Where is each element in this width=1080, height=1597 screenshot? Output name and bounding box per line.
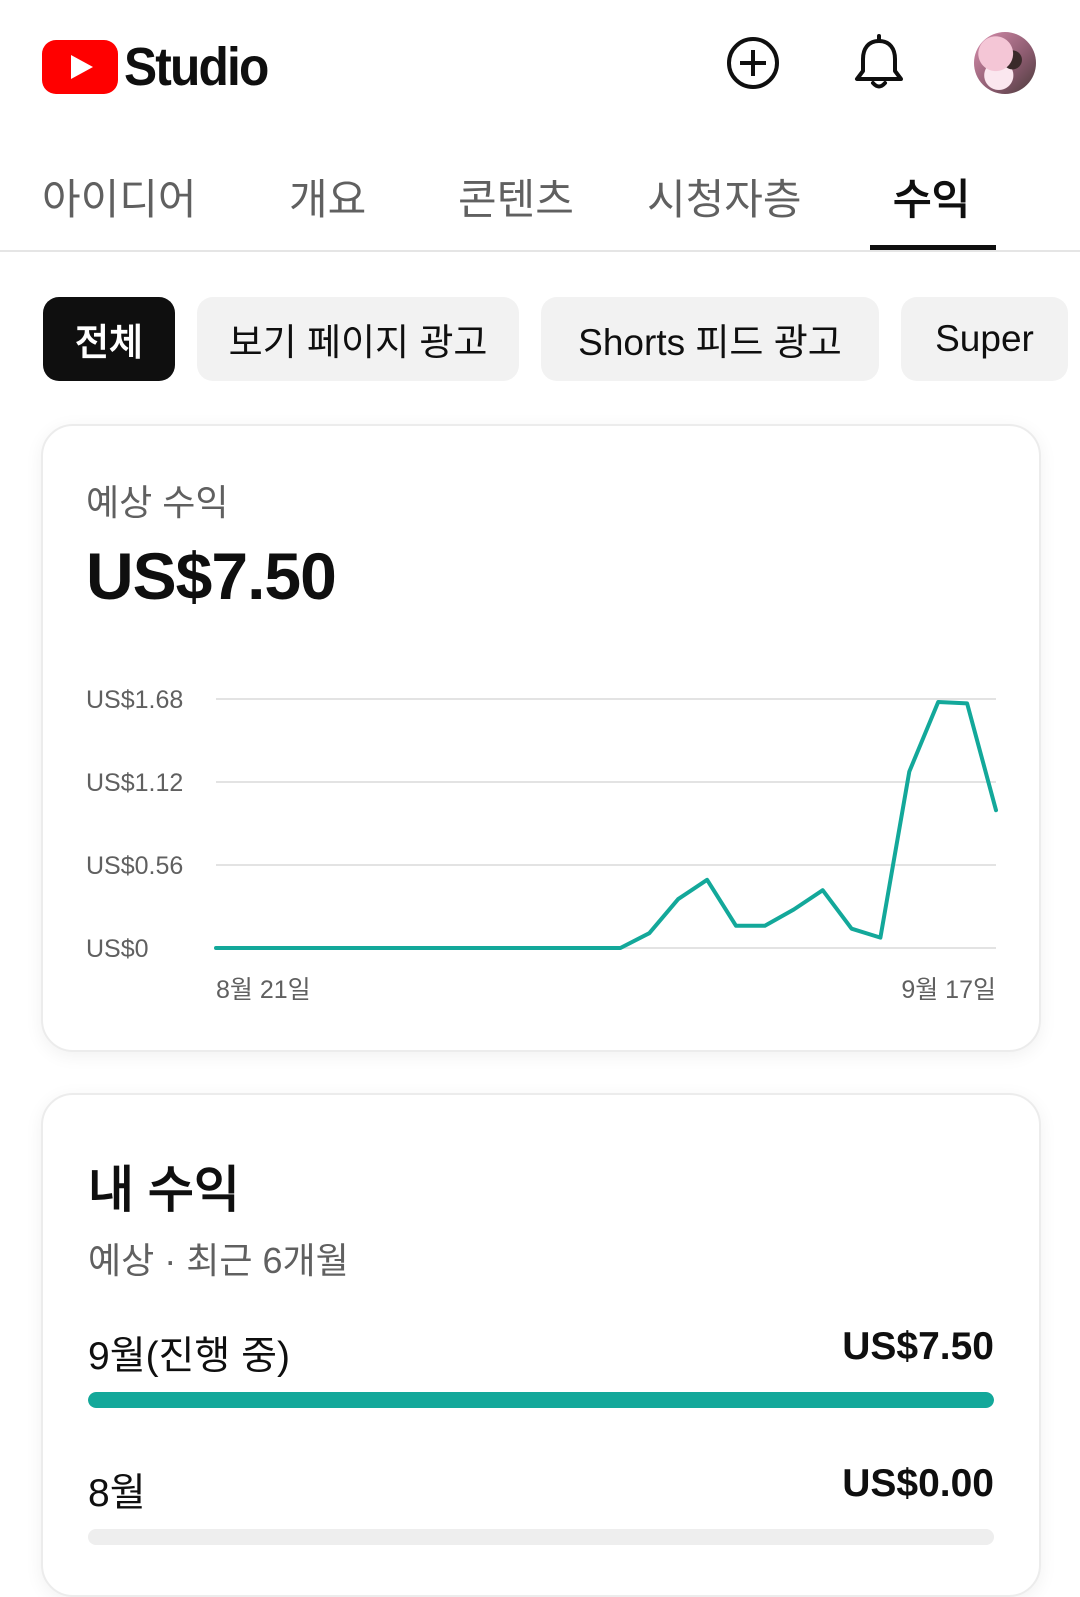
y-tick-label: US$0.56 [86, 852, 183, 880]
my-revenue-card[interactable]: 내 수익 예상 · 최근 6개월 9월(진행 중) US$7.50 8월 US$… [41, 1093, 1041, 1597]
notifications-button[interactable] [849, 33, 909, 93]
y-tick-label: US$0 [86, 935, 149, 963]
month-label-september: 9월(진행 중) [88, 1335, 291, 1378]
month-value-august: US$0.00 [842, 1462, 994, 1505]
tab-bar: 아이디어 개요 콘텐츠 시청자층 수익 [0, 150, 1080, 252]
chip-all[interactable]: 전체 [43, 297, 175, 381]
tab-content[interactable]: 콘텐츠 [458, 166, 574, 227]
progress-bar-september [88, 1392, 994, 1408]
youtube-studio-logo[interactable]: Studio [42, 36, 280, 98]
progress-fill-september [88, 1392, 994, 1408]
chip-super[interactable]: Super [901, 297, 1068, 381]
tab-audience[interactable]: 시청자층 [647, 166, 802, 227]
estimated-revenue-card[interactable]: 예상 수익 US$7.50 US$1.68 US$1.12 US$0.56 US$0 … [41, 424, 1041, 1052]
revenue-line-chart: US$1.68 US$1.12 US$0.56 US$0 8월 21일 9월 17일 [86, 686, 998, 1004]
revenue-filter-chips: 전체 보기 페이지 광고 Shorts 피드 광고 Super [0, 297, 1080, 381]
tab-ideas[interactable]: 아이디어 [42, 166, 197, 227]
y-tick-label: US$1.12 [86, 769, 183, 797]
my-revenue-title: 내 수익 [88, 1162, 240, 1218]
logo-text: Studio [124, 37, 269, 97]
x-tick-label: 9월 17일 [901, 976, 996, 1004]
x-tick-label: 8월 21일 [216, 976, 311, 1004]
active-tab-indicator [870, 245, 996, 250]
tab-overview[interactable]: 개요 [289, 166, 366, 227]
month-value-september: US$7.50 [842, 1325, 994, 1368]
month-label-august: 8월 [88, 1472, 146, 1515]
youtube-logo-icon [42, 40, 118, 94]
chip-shorts-feed-ads[interactable]: Shorts 피드 광고 [541, 297, 879, 381]
create-icon [727, 37, 779, 89]
chip-watch-page-ads[interactable]: 보기 페이지 광고 [197, 297, 519, 381]
my-revenue-subtitle: 예상 · 최근 6개월 [88, 1240, 349, 1281]
avatar[interactable] [974, 32, 1036, 94]
y-tick-label: US$1.68 [86, 686, 183, 714]
progress-bar-august [88, 1529, 994, 1545]
tab-revenue[interactable]: 수익 [893, 166, 970, 227]
app-header: Studio [0, 0, 1080, 130]
create-button[interactable] [723, 33, 783, 93]
notifications-bell-icon [855, 34, 903, 89]
revenue-series-line [214, 700, 998, 950]
